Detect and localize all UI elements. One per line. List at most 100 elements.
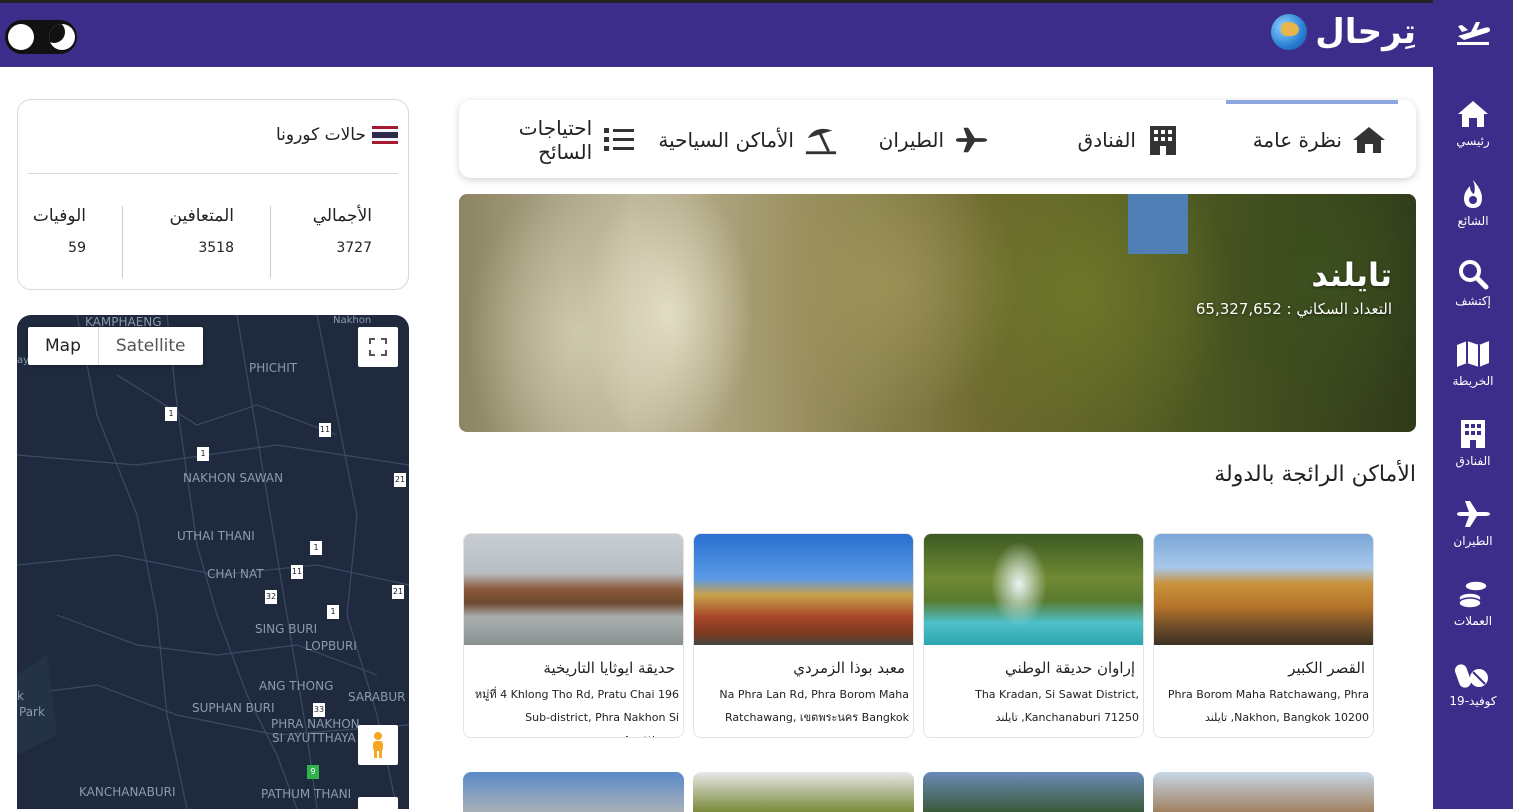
place-image xyxy=(1154,534,1373,645)
brand[interactable]: تِرحال xyxy=(1271,12,1416,52)
sidebar-item-map[interactable]: الخريطة xyxy=(1433,336,1513,406)
stat-deaths: الوفيات 59 xyxy=(33,206,86,256)
place-card[interactable] xyxy=(463,772,684,812)
sidebar-item-covid[interactable]: كوفيد-19 xyxy=(1433,656,1513,726)
active-tab-indicator xyxy=(1226,100,1398,104)
map-place-label: SING BURI xyxy=(255,622,318,636)
country-tabs: نظرة عامة الفنادق الطيران الأماكن السياح… xyxy=(459,100,1416,178)
place-card[interactable]: القصر الكبير Phra Borom Maha Ratchawang,… xyxy=(1153,533,1374,738)
sidebar-item-flights[interactable]: الطيران xyxy=(1433,496,1513,566)
sidebar-item-label: كوفيد-19 xyxy=(1449,694,1497,708)
map-place-label: Park xyxy=(19,705,45,719)
road-marker-icon: 1 xyxy=(327,605,339,619)
tab-label: الأماكن السياحية xyxy=(658,128,794,152)
road-marker-icon: 9 xyxy=(307,765,319,779)
divider xyxy=(28,173,398,174)
map-place-label: NAKHON SAWAN xyxy=(183,471,284,485)
divider xyxy=(122,206,123,278)
map-place-label: KANCHANABURI xyxy=(79,785,176,799)
map-place-label: PHICHIT xyxy=(249,361,298,375)
coins-icon xyxy=(1455,576,1491,612)
stat-value: 3518 xyxy=(198,240,234,256)
thailand-flag-icon xyxy=(372,126,398,144)
map-place-label: UTHAI THANI xyxy=(177,529,255,543)
stat-value: 59 xyxy=(68,240,86,256)
map-place-label: ANG THONG xyxy=(259,679,334,693)
sidebar-item-label: الطيران xyxy=(1453,534,1493,548)
covid-header: حالات كورونا xyxy=(276,125,398,145)
tab-hotels[interactable]: الفنادق xyxy=(1078,122,1180,158)
dark-mode-toggle[interactable] xyxy=(5,20,77,54)
home-icon xyxy=(1352,125,1386,155)
place-image xyxy=(924,534,1143,645)
toggle-knob xyxy=(8,24,34,50)
road-marker-icon: 33 xyxy=(313,703,325,717)
map-place-label: LOPBURI xyxy=(305,639,357,653)
place-name: معبد بوذا الزمردي xyxy=(793,659,905,677)
sidebar-item-home[interactable]: رئيسي xyxy=(1433,96,1513,166)
tab-tourist-places[interactable]: الأماكن السياحية xyxy=(658,122,838,158)
road-marker-icon: 32 xyxy=(265,590,277,604)
umbrella-beach-icon xyxy=(804,125,838,155)
brand-name: تِرحال xyxy=(1315,12,1416,52)
place-card[interactable]: حديقة ايوثايا التاريخية หมู่ที่ 4 Khlong… xyxy=(463,533,684,738)
sidebar-item-label: إكتشف xyxy=(1455,294,1491,308)
sidebar-item-explore[interactable]: إكتشف xyxy=(1433,256,1513,326)
place-image xyxy=(694,534,913,645)
street-view-pegman-icon[interactable] xyxy=(358,725,398,765)
tab-overview[interactable]: نظرة عامة xyxy=(1253,122,1386,158)
tab-tourist-needs[interactable]: احتياجات السائح xyxy=(459,116,636,164)
place-card[interactable] xyxy=(923,772,1144,812)
place-address: Phra Borom Maha Ratchawang, Phra Nakhon,… xyxy=(1167,688,1369,724)
stat-value: 3727 xyxy=(336,240,372,256)
stat-label: الأجمالي xyxy=(312,206,372,226)
airplane-logo-icon[interactable] xyxy=(1433,8,1513,58)
sidebar-item-currencies[interactable]: العملات xyxy=(1433,576,1513,646)
place-address: Na Phra Lan Rd, Phra Borom Maha Ratchawa… xyxy=(719,688,909,724)
road-marker-icon: 1 xyxy=(197,447,209,461)
tab-label: الطيران xyxy=(878,128,944,152)
hotel-icon xyxy=(1455,416,1491,452)
road-marker-icon: 11 xyxy=(291,565,303,579)
zoom-control[interactable] xyxy=(358,797,398,809)
sidebar-item-label: العملات xyxy=(1453,614,1493,628)
tab-label: احتياجات السائح xyxy=(518,116,593,164)
place-image xyxy=(464,534,683,645)
place-card[interactable] xyxy=(1153,772,1374,812)
map-place-label: PHRA NAKHON xyxy=(271,717,360,731)
place-card[interactable]: إراوان حديقة الوطني Tha Kradan, Si Sawat… xyxy=(923,533,1144,738)
list-icon xyxy=(602,125,636,155)
road-marker-icon: 1 xyxy=(310,541,322,555)
stat-label: المتعافين xyxy=(169,206,234,226)
country-hero-banner: تايلند التعداد السكاني : 65,327,652 xyxy=(459,194,1416,432)
covid-title: حالات كورونا xyxy=(276,125,366,145)
satellite-button[interactable]: Satellite xyxy=(97,327,203,365)
map-place-label: CHAI NAT xyxy=(207,567,264,581)
place-card[interactable]: معبد بوذا الزمردي Na Phra Lan Rd, Phra B… xyxy=(693,533,914,738)
road-marker-icon: 21 xyxy=(392,585,404,599)
fullscreen-icon[interactable] xyxy=(358,327,398,367)
place-address: หมู่ที่ 4 Khlong Tho Rd, Pratu Chai 196 … xyxy=(474,688,679,737)
sidebar-item-trending[interactable]: الشائع xyxy=(1433,176,1513,246)
sidebar-item-hotels[interactable]: الفنادق xyxy=(1433,416,1513,486)
map-place-label: SUPHAN BURI xyxy=(192,701,275,715)
map-place-label: SI AYUTTHAYA xyxy=(272,731,356,745)
sidebar: رئيسي الشائع إكتشف الخريطة الفنادق الطير… xyxy=(1433,0,1513,809)
place-name: إراوان حديقة الوطني xyxy=(1005,659,1135,677)
map-place-label: Nakhon xyxy=(333,315,372,326)
tab-flights[interactable]: الطيران xyxy=(879,122,988,158)
map-button[interactable]: Map xyxy=(28,327,98,365)
moon-icon xyxy=(49,24,75,50)
search-icon xyxy=(1455,256,1491,292)
plane-icon xyxy=(954,125,988,155)
stat-label: الوفيات xyxy=(32,206,86,226)
country-map[interactable]: KAMPHAENG PHICHIT NAKHON SAWAN UTHAI THA… xyxy=(17,315,409,809)
map-icon xyxy=(1455,336,1491,372)
map-place-label: PATHUM THANI xyxy=(261,787,352,801)
pills-icon xyxy=(1455,656,1491,692)
globe-icon xyxy=(1271,14,1308,50)
covid-stats-card: حالات كورونا الأجمالي 3727 المتعافين 351… xyxy=(17,99,409,290)
place-card[interactable] xyxy=(693,772,914,812)
population-text: التعداد السكاني : 65,327,652 xyxy=(1195,300,1392,318)
sidebar-item-label: رئيسي xyxy=(1456,134,1490,148)
